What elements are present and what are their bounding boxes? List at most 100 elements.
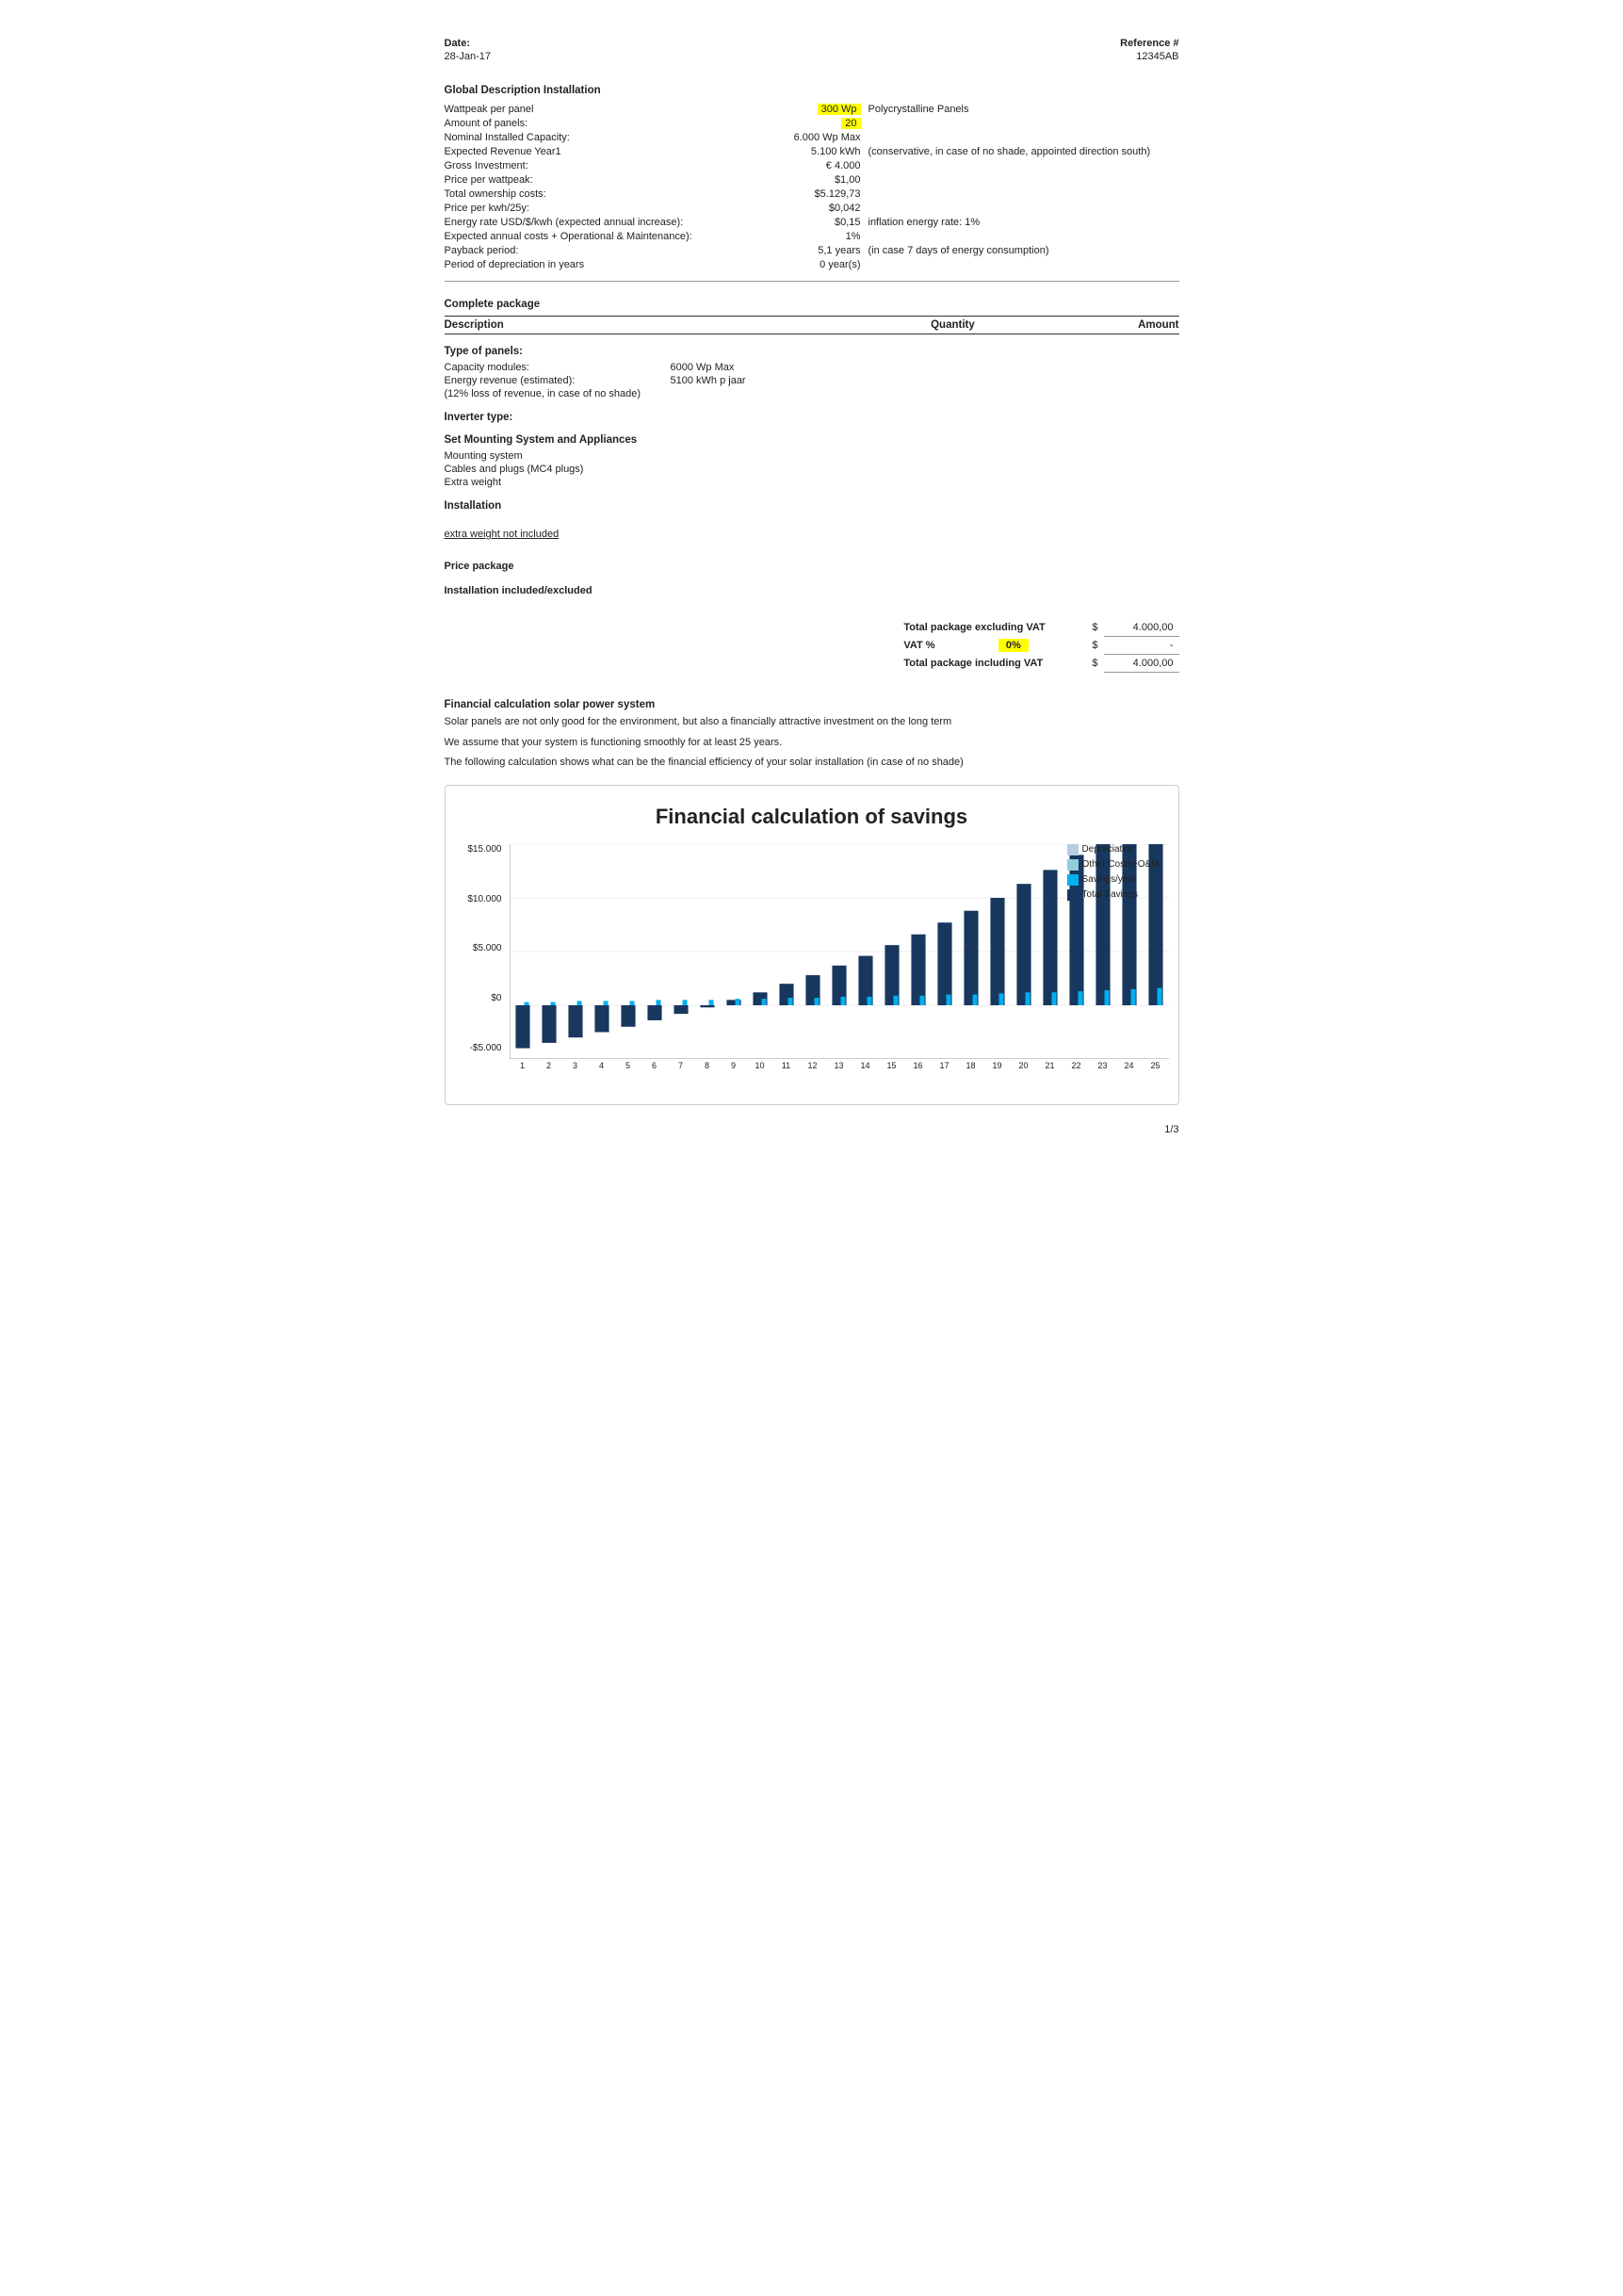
reference-col: Reference # 12345AB xyxy=(1120,38,1178,62)
vat-pct-highlight: 0% xyxy=(998,639,1029,652)
legend-color-swatch xyxy=(1067,874,1079,886)
excl-vat-amount: 4.000,00 xyxy=(1104,619,1179,637)
panel-row: (12% loss of revenue, in case of no shad… xyxy=(445,387,1179,400)
reference-value: 12345AB xyxy=(1136,51,1178,62)
bar-total-savings xyxy=(542,1005,556,1043)
bar-savings-year xyxy=(840,997,845,1005)
bar-savings-year xyxy=(761,999,766,1005)
totals-table: Total package excluding VAT $ 4.000,00 V… xyxy=(898,619,1178,673)
type-of-panels-section: Type of panels: Capacity modules:6000 Wp… xyxy=(445,346,1179,400)
x-label: 19 xyxy=(984,1061,1011,1070)
row-value: $0,042 xyxy=(765,201,868,215)
y-label-5000: $5.000 xyxy=(473,943,502,953)
legend-color-swatch xyxy=(1067,889,1079,901)
x-label: 4 xyxy=(589,1061,615,1070)
x-label: 22 xyxy=(1063,1061,1090,1070)
bar-total-savings xyxy=(515,1005,529,1049)
global-description-title: Global Description Installation xyxy=(445,85,1179,96)
x-label: 23 xyxy=(1090,1061,1116,1070)
row-value: 300 Wp xyxy=(765,102,868,116)
bar-savings-year xyxy=(576,1001,581,1005)
bar-total-savings xyxy=(594,1005,609,1033)
bar-total-savings xyxy=(568,1005,582,1037)
bar-total-savings xyxy=(964,910,978,1004)
x-label: 1 xyxy=(510,1061,536,1070)
x-label: 16 xyxy=(905,1061,932,1070)
legend-color-swatch xyxy=(1067,844,1079,855)
bar-savings-year xyxy=(787,998,792,1005)
bar-savings-year xyxy=(972,994,977,1004)
bar-savings-year xyxy=(629,1001,634,1005)
row-note: inflation energy rate: 1% xyxy=(868,215,1179,229)
financial-line: We assume that your system is functionin… xyxy=(445,735,1179,752)
row-label: Nominal Installed Capacity: xyxy=(445,130,765,144)
row-value: 1% xyxy=(765,229,868,243)
row-value: 6.000 Wp Max xyxy=(765,130,868,144)
legend-label: Savings/year xyxy=(1082,874,1137,885)
global-description-table: Wattpeak per panel300 WpPolycrystalline … xyxy=(445,102,1179,271)
row-note xyxy=(868,130,1179,144)
info-row: Wattpeak per panel300 WpPolycrystalline … xyxy=(445,102,1179,116)
x-label: 10 xyxy=(747,1061,773,1070)
x-label: 8 xyxy=(694,1061,721,1070)
page-number: 1/3 xyxy=(445,1124,1179,1135)
bar-savings-year xyxy=(1130,989,1135,1005)
installation-included: Installation included/excluded xyxy=(445,585,1179,596)
row-note xyxy=(868,229,1179,243)
x-axis-labels: 1234567891011121314151617181920212223242… xyxy=(510,1061,1169,1070)
info-row: Expected Revenue Year15.100 kWh(conserva… xyxy=(445,144,1179,158)
bar-total-savings xyxy=(937,922,951,1005)
x-label: 3 xyxy=(562,1061,589,1070)
bar-savings-year xyxy=(735,999,739,1005)
row-value: 5.100 kWh xyxy=(765,144,868,158)
row-note xyxy=(868,116,1179,130)
excl-vat-currency: $ xyxy=(1086,619,1103,637)
x-label: 12 xyxy=(800,1061,826,1070)
financial-section: Financial calculation solar power system… xyxy=(445,699,1179,1105)
y-label-neg5000: -$5.000 xyxy=(470,1043,502,1053)
package-header: Description Quantity Amount xyxy=(445,316,1179,334)
x-label: 5 xyxy=(615,1061,641,1070)
bar-savings-year xyxy=(893,996,898,1005)
col-quantity: Quantity xyxy=(931,319,975,331)
legend-item: Depreciation xyxy=(1067,844,1160,855)
row-value: 5,1 years xyxy=(765,243,868,257)
y-label-10000: $10.000 xyxy=(467,894,501,904)
bar-savings-year xyxy=(867,997,871,1005)
vat-amount: - xyxy=(1104,637,1179,655)
inverter-title: Inverter type: xyxy=(445,412,1179,423)
bar-total-savings xyxy=(1043,870,1057,1005)
bar-total-savings xyxy=(647,1005,661,1020)
bar-savings-year xyxy=(682,1000,687,1005)
bar-savings-year xyxy=(603,1001,608,1005)
col-description: Description xyxy=(445,319,504,331)
bar-savings-year xyxy=(524,1001,528,1004)
y-label-0: $0 xyxy=(491,993,501,1003)
row-value: $1,00 xyxy=(765,172,868,187)
bar-savings-year xyxy=(550,1001,555,1004)
legend-item: Other Costs+O&M xyxy=(1067,859,1160,871)
row-note xyxy=(868,172,1179,187)
info-row: Amount of panels:20 xyxy=(445,116,1179,130)
x-label: 2 xyxy=(536,1061,562,1070)
row-label: Price per kwh/25y: xyxy=(445,201,765,215)
bar-savings-year xyxy=(656,1000,660,1005)
bar-savings-year xyxy=(814,998,819,1005)
legend-item: Savings/year xyxy=(1067,874,1160,886)
reference-label: Reference # xyxy=(1120,38,1178,49)
bar-total-savings xyxy=(674,1005,688,1014)
info-row: Expected annual costs + Operational & Ma… xyxy=(445,229,1179,243)
info-row: Nominal Installed Capacity:6.000 Wp Max xyxy=(445,130,1179,144)
installation-section: Installation xyxy=(445,500,1179,512)
mounting-row: Cables and plugs (MC4 plugs) xyxy=(445,463,1179,476)
totals-section: Total package excluding VAT $ 4.000,00 V… xyxy=(445,619,1179,673)
info-row: Total ownership costs:$5.129,73 xyxy=(445,187,1179,201)
x-label: 20 xyxy=(1011,1061,1037,1070)
financial-title: Financial calculation solar power system xyxy=(445,699,1179,710)
bar-savings-year xyxy=(1078,991,1082,1005)
info-row: Gross Investment:€ 4.000 xyxy=(445,158,1179,172)
incl-vat-row: Total package including VAT $ 4.000,00 xyxy=(898,655,1178,673)
section-divider xyxy=(445,281,1179,282)
row-note: (conservative, in case of no shade, appo… xyxy=(868,144,1179,158)
legend-item: Total Savings xyxy=(1067,889,1160,901)
